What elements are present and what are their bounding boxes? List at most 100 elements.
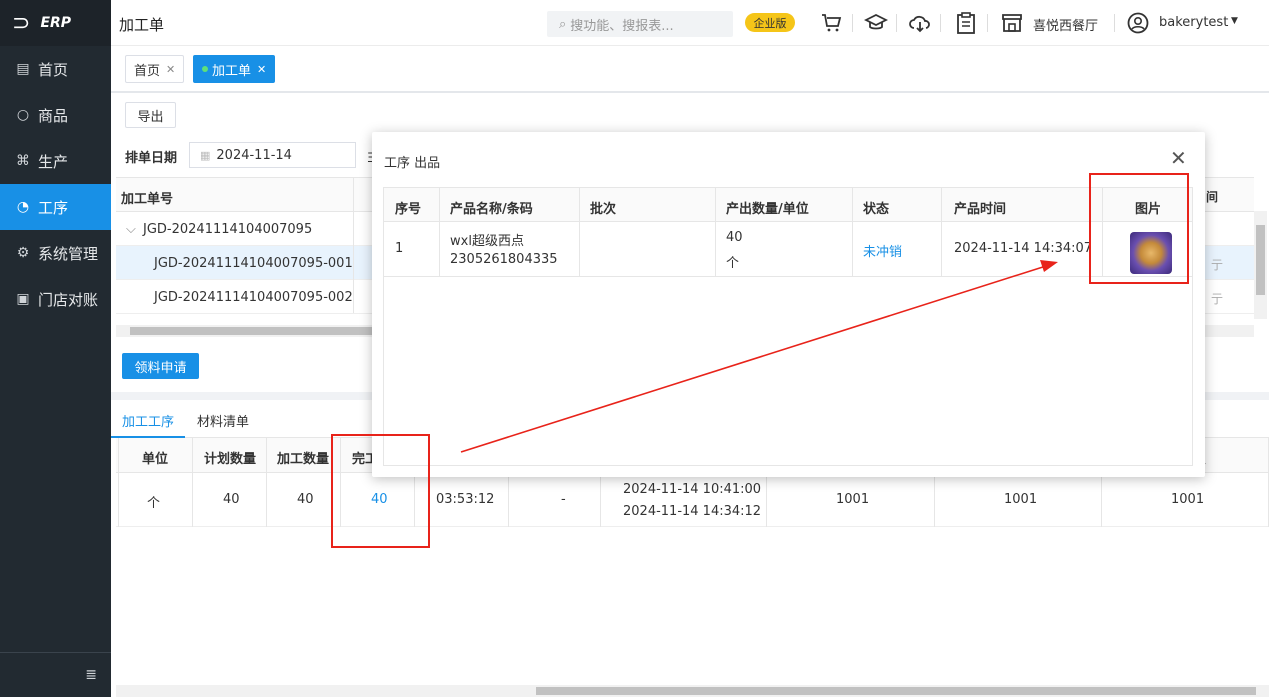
caret-down-icon[interactable]: ▼ <box>1231 16 1238 26</box>
header-order-no: 加工单号 <box>121 192 174 207</box>
annotation-box-completed <box>331 434 430 548</box>
cell-time: 2024-11-14 14:34:07 <box>954 241 1093 256</box>
cart-icon[interactable] <box>819 10 845 36</box>
dialog-title: 工序 出品 <box>384 156 441 171</box>
close-icon[interactable]: ✕ <box>1170 146 1187 170</box>
date-filter-label: 排单日期 <box>125 151 178 166</box>
status-link[interactable]: 未冲销 <box>863 241 902 260</box>
cell-time-start: 2024-11-14 10:41:00 <box>623 482 762 497</box>
page-tabs: 首页 ✕ 加工单 ✕ <box>111 46 1269 93</box>
product-icon: ○ <box>16 107 30 123</box>
table-row[interactable]: 个 40 40 40 03:53:12 - 2024-11-14 10:41:0… <box>116 473 1269 527</box>
header-batch: 批次 <box>590 202 617 217</box>
cell-product-name: wxl超级西点 <box>450 234 524 249</box>
sidebar-item-label: 系统管理 <box>38 244 99 263</box>
header-cut: 间 <box>1206 190 1219 204</box>
header-index: 序号 <box>395 202 422 217</box>
dashboard-icon: ▤ <box>16 61 30 77</box>
output-dialog: 工序 出品 ✕ 序号 产品名称/条码 批次 产出数量/单位 状态 产品时间 图片… <box>372 132 1205 477</box>
logo-text: ERP <box>40 15 72 31</box>
gear-icon: ⚙ <box>16 245 30 261</box>
sidebar-item-system[interactable]: ⚙ 系统管理 <box>0 230 111 276</box>
cell-unit: 个 <box>726 256 740 271</box>
close-icon[interactable]: ✕ <box>166 63 175 76</box>
store-icon[interactable] <box>999 10 1025 36</box>
cell-quantity: 40 <box>726 230 743 245</box>
academy-icon[interactable] <box>863 10 889 36</box>
cell-time-end: 2024-11-14 14:34:12 <box>623 504 762 519</box>
page-title: 加工单 <box>119 16 165 34</box>
chevron-down-icon[interactable]: ⌵ <box>126 222 136 237</box>
sidebar-item-process[interactable]: ◔ 工序 <box>0 184 111 230</box>
erp-logo-icon: ⊃ <box>12 10 31 36</box>
sidebar-item-label: 商品 <box>38 106 69 125</box>
search-input[interactable]: ⌕ 搜功能、搜报表... <box>547 11 733 37</box>
tab-process-steps[interactable]: 加工工序 <box>122 411 174 430</box>
order-no: JGD-20241114104007095-002 <box>154 290 353 305</box>
header-unit: 单位 <box>142 452 169 467</box>
header-planned: 计划数量 <box>204 452 257 467</box>
vertical-scrollbar[interactable] <box>1254 211 1267 319</box>
cell-unit: 个 <box>147 496 161 511</box>
cell-barcode: 2305261804335 <box>450 252 558 267</box>
header-processed: 加工数量 <box>277 452 330 467</box>
ledger-icon: ▣ <box>16 291 30 307</box>
collapse-sidebar-button[interactable]: ≣ <box>0 652 111 697</box>
cell-processed: 40 <box>297 492 314 507</box>
search-placeholder: 搜功能、搜报表... <box>570 18 674 34</box>
logo: ⊃ ERP <box>0 0 111 46</box>
order-no: JGD-20241114104007095-001 <box>154 256 353 271</box>
tab-material-list[interactable]: 材料清单 <box>197 411 249 430</box>
output-table: 序号 产品名称/条码 批次 产出数量/单位 状态 产品时间 图片 1 wxl超级… <box>383 187 1193 466</box>
cell-planned: 40 <box>223 492 240 507</box>
cell-index: 1 <box>395 241 404 256</box>
sidebar: ⊃ ERP ▤ 首页 ○ 商品 ⌘ 生产 ◔ 工序 ⚙ 系统管理 ▣ 门店对账 … <box>0 0 111 697</box>
sidebar-item-label: 门店对账 <box>38 290 99 309</box>
horizontal-scrollbar[interactable] <box>116 685 1269 697</box>
tab-label: 加工单 <box>212 63 252 79</box>
collapse-icon: ≣ <box>85 667 97 683</box>
tab-process-order[interactable]: 加工单 ✕ <box>193 55 276 83</box>
edition-badge: 企业版 <box>745 13 795 32</box>
sidebar-item-production[interactable]: ⌘ 生产 <box>0 138 111 184</box>
header-time: 产品时间 <box>954 202 1007 217</box>
calendar-icon: ▦ <box>200 148 211 162</box>
cell-cut: 亍 <box>1211 258 1224 272</box>
cell-duration: 03:53:12 <box>436 492 495 507</box>
sidebar-item-product[interactable]: ○ 商品 <box>0 92 111 138</box>
user-name[interactable]: bakerytest <box>1159 15 1228 30</box>
table-header: 序号 产品名称/条码 批次 产出数量/单位 状态 产品时间 图片 <box>384 188 1192 222</box>
sidebar-item-home[interactable]: ▤ 首页 <box>0 46 111 92</box>
cell-dash: - <box>561 492 566 507</box>
search-icon: ⌕ <box>559 16 567 32</box>
table-row[interactable]: 1 wxl超级西点 2305261804335 40 个 未冲销 2024-11… <box>384 222 1192 277</box>
close-icon[interactable]: ✕ <box>257 63 266 76</box>
top-header: 加工单 ⌕ 搜功能、搜报表... 企业版 喜悦西餐厅 bakerytest ▼ <box>111 0 1269 46</box>
tab-label: 首页 <box>134 63 161 79</box>
sidebar-item-label: 工序 <box>38 198 69 217</box>
cell-operator-2: 1001 <box>1004 492 1038 507</box>
header-status: 状态 <box>863 202 890 217</box>
sidebar-item-label: 首页 <box>38 60 69 79</box>
clipboard-icon[interactable] <box>953 10 979 36</box>
active-dot-icon <box>202 66 208 72</box>
header-quantity: 产出数量/单位 <box>726 202 809 217</box>
production-icon: ⌘ <box>16 153 30 169</box>
process-icon: ◔ <box>16 199 30 215</box>
order-no: JGD-20241114104007095 <box>143 222 313 237</box>
annotation-box-image <box>1089 173 1189 284</box>
cell-operator-1: 1001 <box>836 492 870 507</box>
user-avatar-icon[interactable] <box>1125 10 1151 36</box>
date-input[interactable]: ▦ 2024-11-14 <box>189 142 356 168</box>
header-product: 产品名称/条码 <box>450 202 533 217</box>
sidebar-item-reconcile[interactable]: ▣ 门店对账 <box>0 276 111 322</box>
store-name[interactable]: 喜悦西餐厅 <box>1033 15 1098 34</box>
cell-operator-3: 1001 <box>1171 492 1205 507</box>
material-request-button[interactable]: 领料申请 <box>122 353 199 379</box>
date-value: 2024-11-14 <box>216 147 292 163</box>
export-button[interactable]: 导出 <box>125 102 176 128</box>
tab-home[interactable]: 首页 ✕ <box>125 55 185 83</box>
cloud-download-icon[interactable] <box>907 10 933 36</box>
cell-cut: 亍 <box>1211 292 1224 306</box>
sidebar-item-label: 生产 <box>38 152 69 171</box>
